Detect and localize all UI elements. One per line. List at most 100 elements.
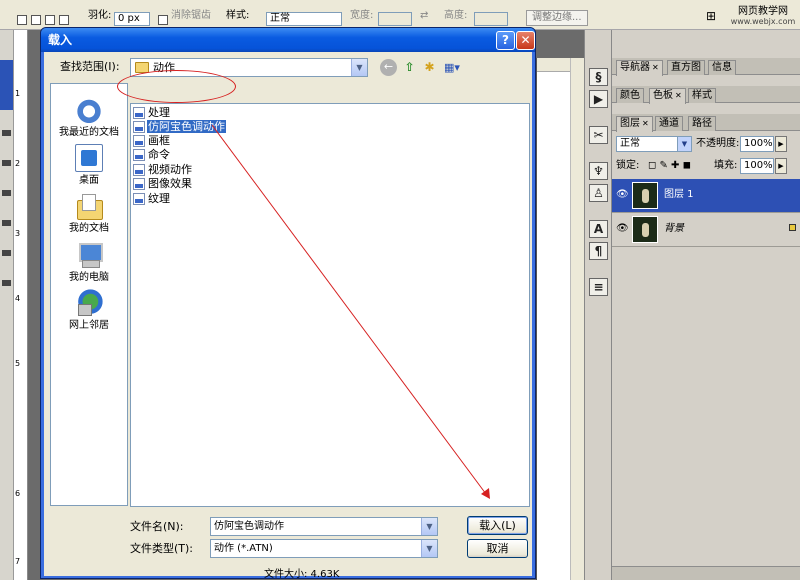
tab-navigator[interactable]: 导航器 ✕ (616, 60, 663, 76)
tool-icon[interactable] (2, 220, 11, 226)
file-type-select[interactable]: 动作 (*.ATN) ▼ (210, 539, 438, 558)
panel-dock: § ▶ ✂ ♆ ♙ A ¶ ≡ (584, 30, 612, 580)
panels-column: 导航器 ✕ 直方图 信息 颜色 色板 ✕ 样式 图层 ✕ 通道 路径 正常 ▼ 不透明… (612, 30, 800, 580)
back-icon[interactable]: ← (380, 59, 397, 76)
place-recent[interactable]: 我最近的文档 (51, 96, 127, 139)
tool-icon[interactable] (2, 190, 11, 196)
load-button[interactable]: 载入(L) (467, 516, 528, 535)
tool-icon[interactable] (2, 160, 11, 166)
panel-group-color: 颜色 色板 ✕ 样式 (612, 86, 800, 104)
chevron-down-icon[interactable]: ▼ (421, 540, 437, 557)
panel-group-navigator: 导航器 ✕ 直方图 信息 (612, 58, 800, 76)
tab-paths[interactable]: 路径 (688, 116, 716, 131)
brushes-dock-icon[interactable]: ♆ (589, 162, 608, 180)
file-type-value: 动作 (*.ATN) (214, 543, 273, 554)
close-icon[interactable]: ✕ (516, 31, 535, 50)
intersect-selection-icon[interactable] (59, 15, 69, 25)
blend-mode-select[interactable]: 正常 ▼ (616, 136, 692, 152)
place-my-computer[interactable]: 我的电脑 (51, 241, 127, 284)
layer-row-layer1[interactable]: 👁 图层 1 (612, 179, 800, 213)
chevron-down-icon[interactable]: ▼ (421, 518, 437, 535)
actions-dock-icon[interactable]: ▶ (589, 90, 608, 108)
character-dock-icon[interactable]: A (589, 220, 608, 238)
fill-input[interactable]: 100% (740, 158, 774, 174)
width-label: 宽度: (350, 10, 374, 21)
height-label: 高度: (444, 10, 468, 21)
fill-label: 填充: (714, 160, 738, 171)
subtract-selection-icon[interactable] (45, 15, 55, 25)
document-scrollbar[interactable] (570, 58, 584, 580)
dialog-title-bar[interactable]: 载入 ? ✕ (41, 28, 535, 52)
width-input[interactable] (378, 12, 412, 26)
blend-mode-value: 正常 (620, 138, 640, 149)
tool-icon[interactable] (2, 250, 11, 256)
layer-row-background[interactable]: 👁 背景 (612, 213, 800, 247)
help-icon[interactable]: ? (496, 31, 515, 50)
tab-histogram[interactable]: 直方图 (667, 60, 705, 75)
watermark: 网页教学网 www.webjx.com (730, 6, 796, 26)
tab-swatches[interactable]: 色板 ✕ (649, 88, 686, 104)
places-bar: 我最近的文档 桌面 我的文档 我的电脑 网上邻居 (50, 83, 128, 506)
layer-comps-dock-icon[interactable]: ≡ (589, 278, 608, 296)
feather-input[interactable]: 0 px (114, 12, 150, 26)
annotation-circle (117, 70, 236, 103)
place-label: 网上邻居 (69, 320, 109, 331)
ruler-number: 1 (15, 89, 21, 98)
recent-documents-icon (75, 96, 103, 124)
place-label: 桌面 (79, 175, 99, 186)
clone-source-dock-icon[interactable]: ♙ (589, 184, 608, 202)
ruler-number: 4 (15, 294, 21, 303)
tab-layers[interactable]: 图层 ✕ (616, 116, 653, 132)
place-desktop[interactable]: 桌面 (51, 144, 127, 187)
up-folder-icon[interactable]: ⇧ (401, 59, 418, 76)
watermark-url: www.webjx.com (730, 17, 796, 26)
chevron-down-icon[interactable]: ▼ (351, 59, 367, 76)
layer-thumbnail (632, 216, 658, 243)
fill-arrow-icon[interactable]: ▶ (775, 158, 787, 174)
close-icon[interactable]: ✕ (642, 119, 649, 128)
file-size-text: 文件大小: 4.63K (264, 569, 340, 580)
views-menu-icon[interactable]: ▦▾ (441, 59, 463, 76)
file-name-input[interactable]: 仿阿宝色调动作 ▼ (210, 517, 438, 536)
ruler-number: 7 (15, 557, 21, 566)
tool-icon[interactable] (2, 130, 11, 136)
tool-icon[interactable] (2, 280, 11, 286)
antialias-label: 消除锯齿 (171, 10, 211, 21)
eye-icon[interactable]: 👁 (616, 224, 629, 234)
document-window (536, 58, 585, 580)
style-label: 样式: (226, 10, 250, 21)
layers-panel-footer (612, 566, 800, 580)
style-select[interactable]: 正常 (266, 12, 342, 26)
add-selection-icon[interactable] (31, 15, 41, 25)
close-icon[interactable]: ✕ (675, 91, 682, 100)
antialias-checkbox[interactable] (158, 15, 168, 25)
tool-presets-dock-icon[interactable]: ✂ (589, 126, 608, 144)
swap-icon[interactable]: ⇄ (420, 9, 428, 23)
tab-color[interactable]: 颜色 (616, 88, 644, 103)
chevron-down-icon[interactable]: ▼ (677, 137, 691, 151)
paragraph-dock-icon[interactable]: ¶ (589, 242, 608, 260)
opacity-arrow-icon[interactable]: ▶ (775, 136, 787, 152)
refine-edge-button[interactable]: 调整边缘... (526, 10, 588, 26)
new-folder-icon[interactable]: ✱ (421, 59, 438, 76)
action-file-icon (133, 107, 145, 119)
height-input[interactable] (474, 12, 508, 26)
place-my-documents[interactable]: 我的文档 (51, 192, 127, 235)
lock-icons[interactable]: ◻ ✎ ✚ ◼ (648, 159, 691, 173)
opacity-input[interactable]: 100% (740, 136, 774, 152)
file-list[interactable]: 处理 仿阿宝色调动作 画框 命令 视频动作 图像效果 纹理 (130, 103, 530, 507)
layer-name: 图层 1 (664, 189, 694, 200)
ruler-number: 5 (15, 359, 21, 368)
tab-styles[interactable]: 样式 (688, 88, 716, 103)
workspace-icon[interactable]: ⊞ (706, 9, 716, 23)
action-file-icon (133, 121, 145, 133)
new-selection-icon[interactable] (17, 15, 27, 25)
place-network[interactable]: 网上邻居 (51, 289, 127, 332)
history-dock-icon[interactable]: § (589, 68, 608, 86)
tab-info[interactable]: 信息 (708, 60, 736, 75)
action-file-icon (133, 164, 145, 176)
close-icon[interactable]: ✕ (652, 63, 659, 72)
cancel-button[interactable]: 取消 (467, 539, 528, 558)
tab-channels[interactable]: 通道 (655, 116, 683, 131)
eye-icon[interactable]: 👁 (616, 190, 629, 200)
